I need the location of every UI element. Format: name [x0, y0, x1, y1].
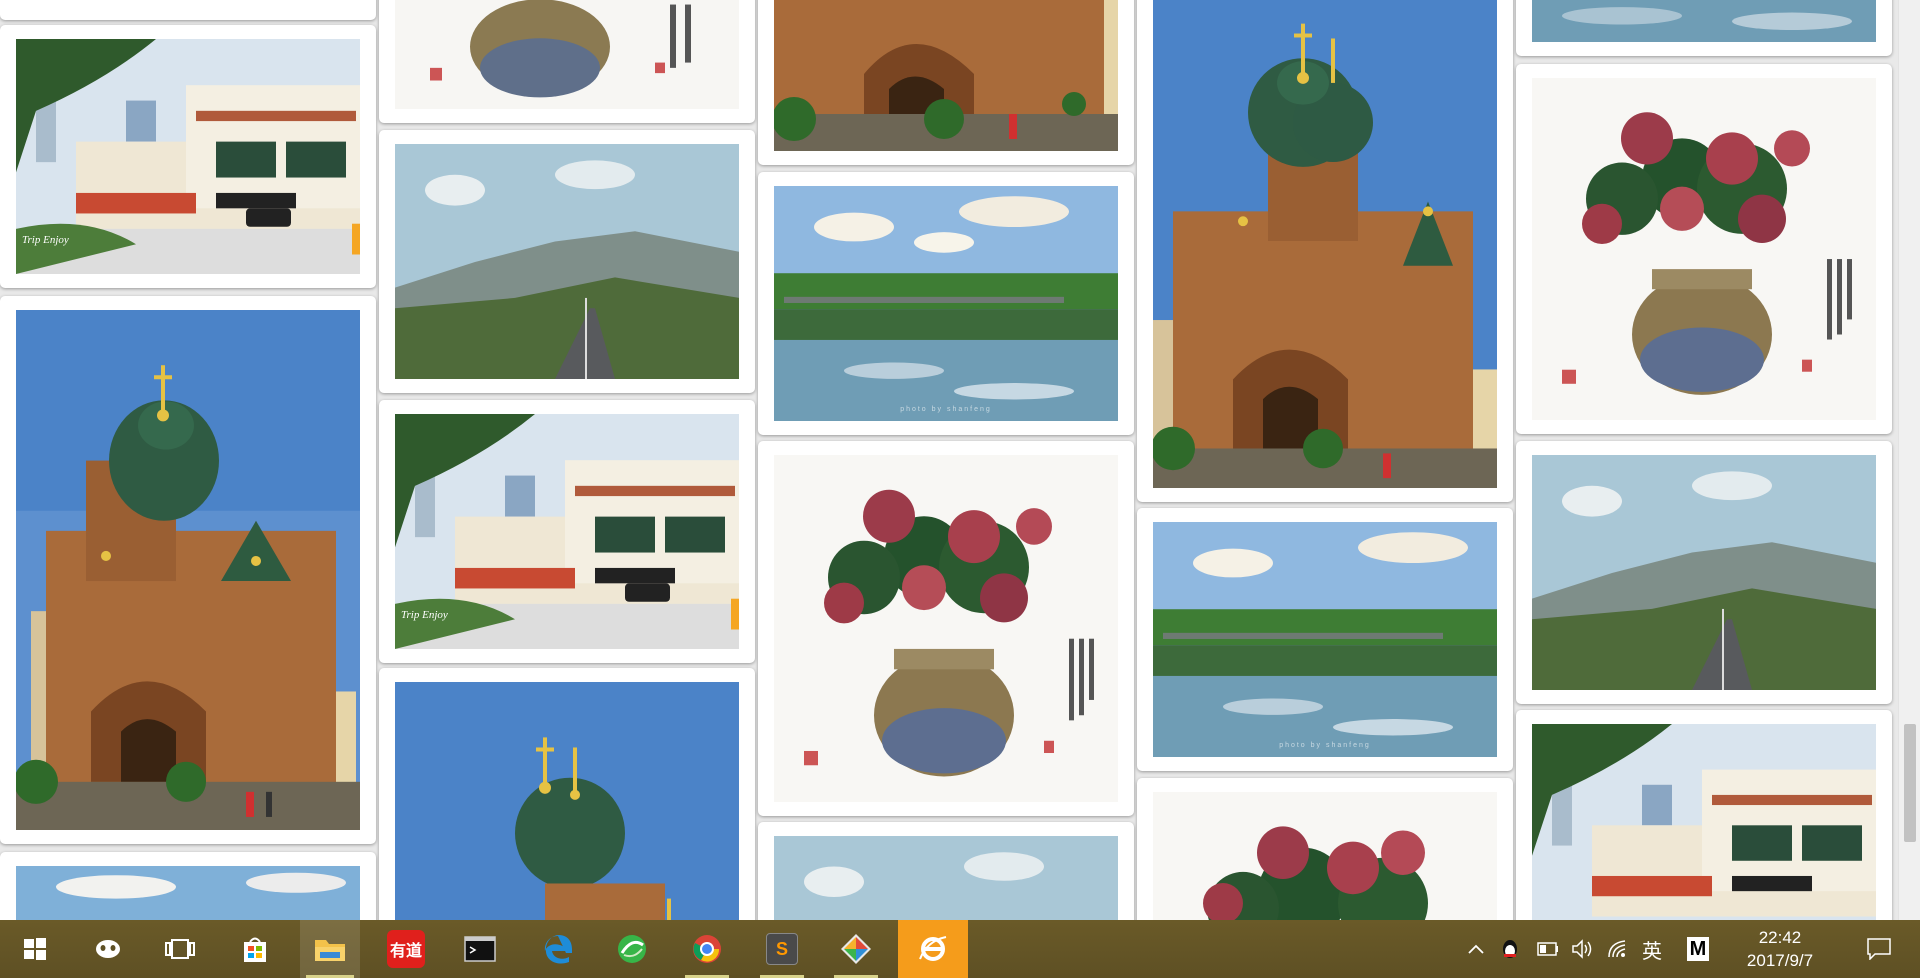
- photo-gallery: Trip Enjoy Trip Enjoy photo by shanfeng …: [0, 0, 1900, 920]
- photo-card-cathedral[interactable]: [379, 668, 755, 920]
- vase-photo: [395, 0, 739, 109]
- youdao-button[interactable]: 有道: [376, 920, 436, 978]
- sublime-label: S: [775, 938, 788, 959]
- diamond-app-icon: [841, 934, 871, 964]
- cathedral-photo: [774, 0, 1118, 151]
- browser-360-icon: [618, 935, 646, 963]
- cathedral-photo: [16, 310, 360, 830]
- tray-volume-button[interactable]: [1568, 920, 1596, 978]
- cortana-icon: [96, 940, 120, 958]
- photo-card-street[interactable]: Trip Enjoy: [0, 25, 376, 288]
- action-center-button[interactable]: [1856, 920, 1902, 978]
- photo-card-street[interactable]: [1516, 710, 1892, 920]
- tray-network-button[interactable]: [1604, 920, 1632, 978]
- vase-photo: [1532, 78, 1876, 420]
- photo-watermark: photo by shanfeng: [900, 406, 992, 413]
- start-button[interactable]: [5, 920, 65, 978]
- photo-card-lake[interactable]: photo by shanfeng: [758, 172, 1134, 435]
- tray-ime-button[interactable]: 英: [1638, 920, 1666, 978]
- lake-photo: photo by shanfeng: [1153, 522, 1497, 757]
- street-photo: Trip Enjoy: [395, 414, 739, 649]
- photo-card-cathedral[interactable]: [0, 296, 376, 844]
- photo-caption: Trip Enjoy: [401, 609, 448, 621]
- photo-card-vase[interactable]: [379, 0, 755, 123]
- photo-card-lake[interactable]: [0, 852, 376, 920]
- terminal-button[interactable]: [450, 920, 510, 978]
- cathedral-photo: [1153, 0, 1497, 488]
- photo-card-road[interactable]: [1516, 441, 1892, 704]
- photo-card-vase[interactable]: [1137, 778, 1513, 920]
- sublime-icon: S: [766, 933, 798, 965]
- chevron-up-icon: [1468, 944, 1484, 954]
- clock-time: 22:42: [1758, 928, 1802, 947]
- wifi-icon: [1608, 940, 1626, 958]
- windows-logo-icon: [24, 938, 46, 960]
- store-bag-icon: [244, 937, 266, 962]
- photo-card-road[interactable]: [758, 822, 1134, 920]
- photo-card-cathedral[interactable]: [1137, 0, 1513, 502]
- photo-card-lake[interactable]: photo by shanfeng: [1137, 508, 1513, 771]
- terminal-icon: [464, 936, 496, 962]
- lake-photo: [1532, 0, 1876, 42]
- task-view-button[interactable]: [150, 920, 210, 978]
- road-photo: [774, 836, 1118, 920]
- volume-icon: [1572, 939, 1592, 959]
- vase-photo: [1153, 792, 1497, 920]
- road-photo: [395, 144, 739, 379]
- ie-icon: [919, 936, 947, 961]
- photo-card-partial[interactable]: [0, 0, 376, 20]
- diamond-app-button[interactable]: [826, 920, 886, 978]
- youdao-icon: 有道: [387, 930, 425, 968]
- photo-card-lake[interactable]: [1516, 0, 1892, 56]
- cathedral-photo: [395, 682, 739, 920]
- m-app-label: M: [1689, 937, 1707, 960]
- chrome-icon: [693, 935, 721, 963]
- edge-button[interactable]: [528, 920, 588, 978]
- tray-qq-button[interactable]: [1496, 920, 1524, 978]
- qq-penguin-icon: [1503, 940, 1517, 958]
- folder-icon: [315, 940, 345, 961]
- tray-battery-button[interactable]: [1534, 920, 1562, 978]
- battery-icon: [1537, 942, 1558, 956]
- clock-date: 2017/9/7: [1746, 951, 1814, 970]
- tray-overflow-button[interactable]: [1462, 920, 1490, 978]
- street-photo: Trip Enjoy: [16, 39, 360, 274]
- m-app-icon: M: [1687, 937, 1709, 961]
- chrome-button[interactable]: [677, 920, 737, 978]
- sublime-button[interactable]: S: [752, 920, 812, 978]
- lake-photo: [16, 866, 360, 920]
- ime-label: 英: [1642, 940, 1662, 963]
- edge-icon: [544, 935, 572, 964]
- ie-button[interactable]: [898, 920, 968, 978]
- vertical-scrollbar[interactable]: [1898, 0, 1920, 920]
- photo-watermark: photo by shanfeng: [1279, 742, 1371, 749]
- browser-360-button[interactable]: [602, 920, 662, 978]
- taskbar: 有道 S 英 M 22:42 2017/9/7: [0, 920, 1920, 978]
- store-button[interactable]: [225, 920, 285, 978]
- road-photo: [1532, 455, 1876, 690]
- photo-caption: Trip Enjoy: [22, 234, 69, 246]
- scrollbar-thumb[interactable]: [1904, 724, 1916, 842]
- photo-card-vase[interactable]: [758, 441, 1134, 816]
- photo-card-vase[interactable]: [1516, 64, 1892, 434]
- photo-card-road[interactable]: [379, 130, 755, 393]
- lake-photo: photo by shanfeng: [774, 186, 1118, 421]
- youdao-label: 有道: [389, 943, 422, 960]
- street-photo: [1532, 724, 1876, 920]
- file-explorer-button[interactable]: [300, 920, 360, 978]
- taskbar-clock[interactable]: 22:42 2017/9/7: [1720, 926, 1840, 972]
- notification-icon: [1867, 938, 1891, 960]
- photo-card-street[interactable]: Trip Enjoy: [379, 400, 755, 663]
- task-view-icon: [165, 939, 195, 959]
- tray-m-app-button[interactable]: M: [1684, 920, 1712, 978]
- cortana-button[interactable]: [78, 920, 138, 978]
- vase-photo: [774, 455, 1118, 802]
- photo-card-cathedral[interactable]: [758, 0, 1134, 165]
